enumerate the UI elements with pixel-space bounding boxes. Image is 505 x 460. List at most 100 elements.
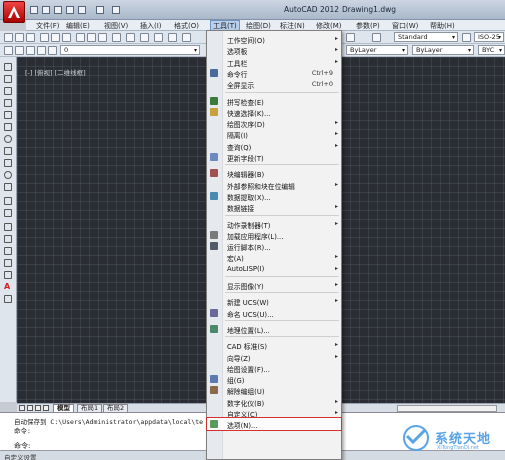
- line-icon[interactable]: [4, 63, 12, 71]
- layer-select[interactable]: 0: [60, 45, 200, 55]
- tools-menu-item[interactable]: 更新字段(T): [207, 151, 341, 163]
- make-block-icon[interactable]: [4, 209, 12, 217]
- tools-menu-item[interactable]: 运行脚本(R)...: [207, 240, 341, 252]
- autocad-logo-icon[interactable]: [3, 1, 25, 23]
- text-style-select[interactable]: Standard: [394, 32, 458, 42]
- text-style-icon[interactable]: [346, 33, 355, 42]
- open-file-icon[interactable]: [42, 6, 50, 14]
- publish-icon[interactable]: [62, 33, 71, 42]
- menu-window[interactable]: 窗口(W): [392, 21, 418, 31]
- tools-menu-item[interactable]: 命名 UCS(U)...: [207, 307, 341, 319]
- tools-menu-item[interactable]: 显示图像(Y) ▸: [207, 279, 341, 291]
- save-icon[interactable]: [54, 6, 62, 14]
- tools-menu-item[interactable]: 加载应用程序(L)...: [207, 229, 341, 241]
- table-icon[interactable]: [4, 271, 12, 279]
- menu-format[interactable]: 格式(O): [174, 21, 199, 31]
- insert-block-icon[interactable]: [4, 197, 12, 205]
- menu-parametric[interactable]: 参数(P): [356, 21, 380, 31]
- rectangle-icon[interactable]: [4, 111, 12, 119]
- ellipse-arc-icon[interactable]: [4, 183, 12, 191]
- revision-cloud-icon[interactable]: [4, 147, 12, 155]
- hatch-icon[interactable]: [4, 235, 12, 243]
- region-icon[interactable]: [4, 259, 12, 267]
- menu-view[interactable]: 视图(V): [104, 21, 128, 31]
- save-icon[interactable]: [26, 33, 35, 42]
- tools-menu-item[interactable]: 数字化仪(B) ▸: [207, 396, 341, 408]
- preview-icon[interactable]: [51, 33, 60, 42]
- polygon-icon[interactable]: [4, 99, 12, 107]
- tools-menu-item[interactable]: 工作空间(O) ▸: [207, 33, 341, 45]
- tools-menu-item[interactable]: 宏(A) ▸: [207, 251, 341, 263]
- tools-menu-item[interactable]: 绘图设置(F)...: [207, 362, 341, 374]
- tools-menu-item[interactable]: 绘图次序(D) ▸: [207, 117, 341, 129]
- dim-style-select[interactable]: ISO-25: [474, 32, 504, 42]
- tools-menu-item[interactable]: 隔离(I) ▸: [207, 128, 341, 140]
- paste-icon[interactable]: [98, 33, 107, 42]
- tools-menu-item[interactable]: 组(G): [207, 373, 341, 385]
- horizontal-scrollbar[interactable]: [397, 405, 497, 412]
- pan-icon[interactable]: [168, 33, 177, 42]
- multiline-text-icon[interactable]: A: [4, 283, 12, 291]
- tools-menu-item[interactable]: 新建 UCS(W) ▸: [207, 295, 341, 307]
- tools-menu-item[interactable]: 外部参照和块在位编辑 ▸: [207, 179, 341, 191]
- prev-tab-icon[interactable]: [27, 405, 33, 411]
- tools-menu-item[interactable]: 全屏显示 Ctrl+0: [207, 78, 341, 90]
- cut-icon[interactable]: [76, 33, 85, 42]
- add-selected-icon[interactable]: [4, 295, 12, 303]
- layer-color-icon[interactable]: [48, 46, 57, 55]
- new-file-icon[interactable]: [30, 6, 38, 14]
- tools-menu-item[interactable]: 块编辑器(B): [207, 167, 341, 179]
- tools-menu-item[interactable]: CAD 标准(S) ▸: [207, 339, 341, 351]
- last-tab-icon[interactable]: [43, 405, 49, 411]
- layer-on-icon[interactable]: [15, 46, 24, 55]
- layer-freeze-icon[interactable]: [26, 46, 35, 55]
- tools-menu-item[interactable]: 查询(Q) ▸: [207, 140, 341, 152]
- tools-menu-item[interactable]: 自定义(C) ▸: [207, 407, 341, 419]
- zoom-icon[interactable]: [182, 33, 191, 42]
- block-icon[interactable]: [126, 33, 135, 42]
- dim-style-icon[interactable]: [462, 33, 471, 42]
- tools-menu-item[interactable]: 地理位置(L)...: [207, 323, 341, 335]
- tools-menu-item[interactable]: 快速选择(K)...: [207, 106, 341, 118]
- tools-menu-item[interactable]: 解除编组(U): [207, 384, 341, 396]
- tools-menu-item[interactable]: 命令行 Ctrl+9: [207, 67, 341, 79]
- menu-edit[interactable]: 编辑(E): [66, 21, 90, 31]
- layer-properties-icon[interactable]: [4, 46, 13, 55]
- circle-icon[interactable]: [4, 135, 12, 143]
- tools-menu-item[interactable]: 动作录制器(T) ▸: [207, 218, 341, 230]
- linetype-select[interactable]: ByLayer: [346, 45, 408, 55]
- lineweight-select[interactable]: ByLayer: [412, 45, 474, 55]
- arc-icon[interactable]: [4, 123, 12, 131]
- undo-icon[interactable]: [140, 33, 149, 42]
- layer-lock-icon[interactable]: [37, 46, 46, 55]
- tools-menu-item[interactable]: 数据提取(X)...: [207, 190, 341, 202]
- construction-line-icon[interactable]: [4, 75, 12, 83]
- tools-menu-item[interactable]: 选项(N)...: [206, 417, 342, 432]
- text-style-a-icon[interactable]: [372, 33, 381, 42]
- polyline-icon[interactable]: [4, 87, 12, 95]
- tools-menu-item[interactable]: 数据链接 ▸: [207, 201, 341, 213]
- spline-icon[interactable]: [4, 159, 12, 167]
- tools-menu-item[interactable]: 选项板 ▸: [207, 44, 341, 56]
- gradient-icon[interactable]: [4, 247, 12, 255]
- undo-icon[interactable]: [96, 6, 104, 14]
- print-icon[interactable]: [78, 6, 86, 14]
- first-tab-icon[interactable]: [19, 405, 25, 411]
- menu-file[interactable]: 文件(F): [36, 21, 60, 31]
- new-icon[interactable]: [4, 33, 13, 42]
- plot-style-select[interactable]: BYC: [478, 45, 505, 55]
- redo-icon[interactable]: [112, 6, 120, 14]
- plot-icon[interactable]: [40, 33, 49, 42]
- match-properties-icon[interactable]: [112, 33, 121, 42]
- redo-icon[interactable]: [154, 33, 163, 42]
- tools-menu-item[interactable]: 拼写检查(E): [207, 95, 341, 107]
- tools-menu-item[interactable]: AutoLISP(I) ▸: [207, 263, 341, 275]
- copy-icon[interactable]: [87, 33, 96, 42]
- menu-help[interactable]: 帮助(H): [430, 21, 455, 31]
- tools-menu-item[interactable]: 工具栏 ▸: [207, 56, 341, 68]
- point-icon[interactable]: [4, 223, 12, 231]
- next-tab-icon[interactable]: [35, 405, 41, 411]
- viewport-label[interactable]: [-] [俯视] [二维线框]: [25, 67, 86, 77]
- open-icon[interactable]: [15, 33, 24, 42]
- tools-menu-item[interactable]: 向导(Z) ▸: [207, 351, 341, 363]
